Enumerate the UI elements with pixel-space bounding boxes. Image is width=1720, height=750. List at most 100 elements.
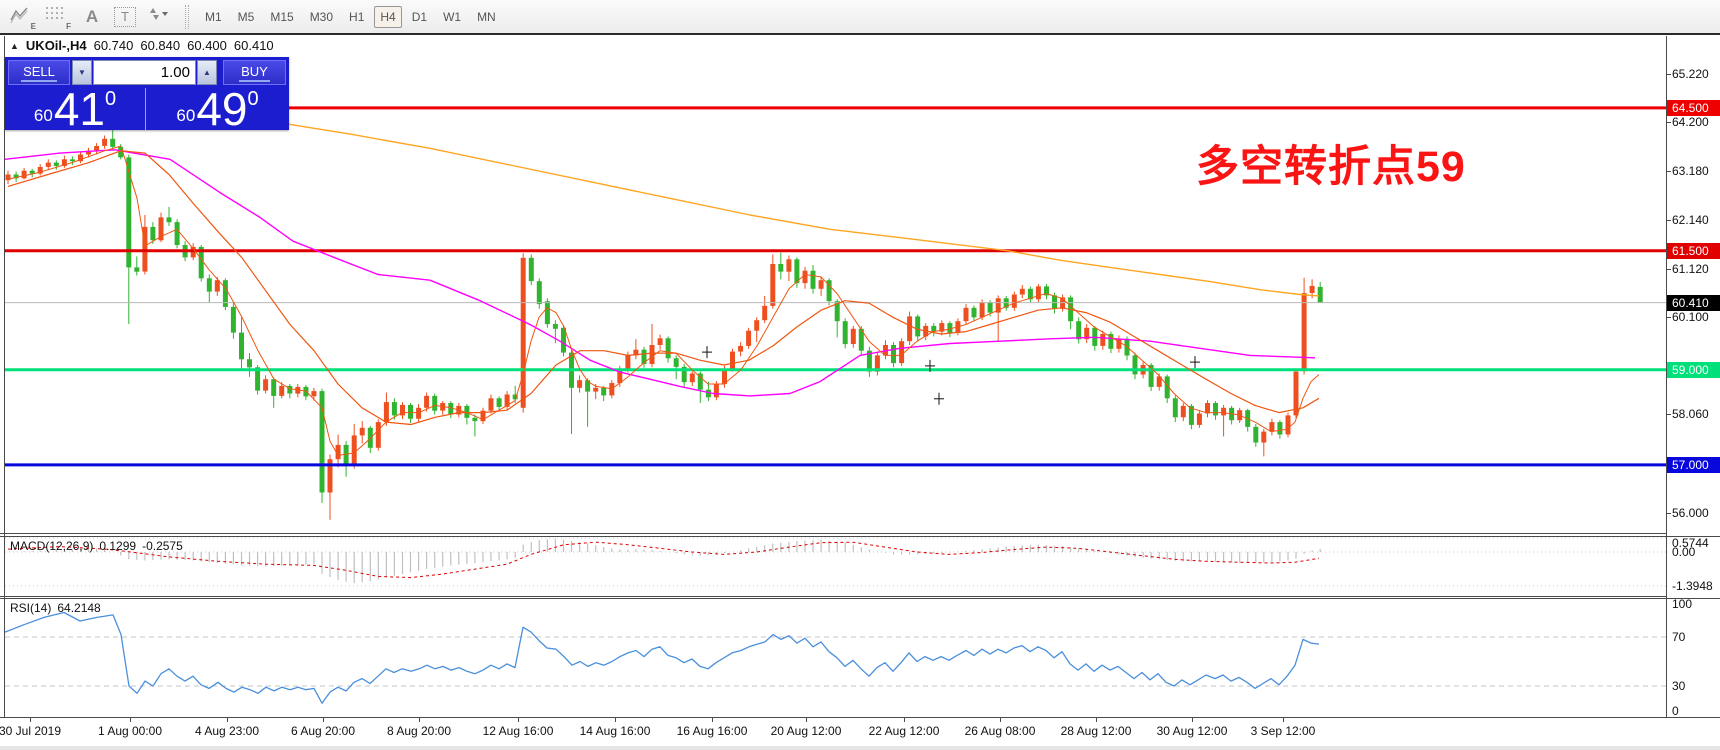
timeframe-d1[interactable]: D1 — [406, 6, 433, 28]
time-tick — [227, 718, 228, 722]
time-tick — [419, 718, 420, 722]
time-label: 12 Aug 16:00 — [483, 724, 554, 738]
time-tick — [518, 718, 519, 722]
timeframe-m30[interactable]: M30 — [304, 6, 339, 28]
sell-price-prefix: 60 — [34, 106, 53, 126]
timeframe-m5[interactable]: M5 — [232, 6, 261, 28]
symbol-label: UKOil-,H4 — [26, 38, 87, 53]
ohlc-close: 60.410 — [234, 38, 274, 53]
macd-axis-label: -1.3948 — [1672, 579, 1713, 593]
spin-up-icon: ▲ — [203, 68, 211, 77]
macd-main-value: 0.1299 — [99, 539, 136, 553]
time-label: 14 Aug 16:00 — [580, 724, 651, 738]
price-tick-label: 58.060 — [1672, 407, 1709, 421]
time-label: 16 Aug 16:00 — [677, 724, 748, 738]
chart-title: ▲ UKOil-,H4 60.740 60.840 60.400 60.410 — [10, 38, 274, 53]
time-label: 28 Aug 12:00 — [1061, 724, 1132, 738]
timeframe-m15[interactable]: M15 — [264, 6, 299, 28]
time-label: 20 Aug 12:00 — [771, 724, 842, 738]
timeframe-h4[interactable]: H4 — [374, 6, 401, 28]
price-tick-label: 63.180 — [1672, 164, 1709, 178]
buy-price-prefix: 60 — [176, 106, 195, 126]
time-tick — [1000, 718, 1001, 722]
time-label: 3 Sep 12:00 — [1251, 724, 1316, 738]
rsi-axis-label: 70 — [1672, 630, 1685, 644]
macd-chart — [0, 536, 1720, 597]
timeframe-buttons: M1M5M15M30H1H4D1W1MN — [197, 6, 504, 28]
time-label: 22 Aug 12:00 — [869, 724, 940, 738]
ohlc-low: 60.400 — [187, 38, 227, 53]
volume-decrease-button[interactable]: ▼ — [72, 60, 92, 85]
ohlc-high: 60.840 — [140, 38, 180, 53]
buy-price-big: 49 — [196, 90, 247, 128]
price-tick-label: 65.220 — [1672, 67, 1709, 81]
rsi-axis-label: 30 — [1672, 679, 1685, 693]
macd-label: MACD(12,26,9) 0.1299 -0.2575 — [10, 539, 183, 553]
macd-panel[interactable] — [0, 536, 1720, 597]
time-label: 4 Aug 23:00 — [195, 724, 259, 738]
timeframe-m1[interactable]: M1 — [199, 6, 228, 28]
level-badge: 57.000 — [1667, 457, 1720, 473]
grid-icon[interactable]: F — [44, 5, 70, 29]
time-label: 30 Jul 2019 — [0, 724, 61, 738]
timeframe-w1[interactable]: W1 — [437, 6, 467, 28]
time-tick — [1096, 718, 1097, 722]
price-tick-label: 56.000 — [1672, 506, 1709, 520]
sell-price-big: 41 — [54, 90, 105, 128]
time-label: 26 Aug 08:00 — [965, 724, 1036, 738]
time-tick — [1192, 718, 1193, 722]
rsi-name: RSI(14) — [10, 601, 51, 615]
toolbar: E F A T M1M5M15M30H1H4D1W1MN — [0, 0, 1720, 33]
toolbar-separator — [185, 5, 189, 29]
current-price-badge: 60.410 — [1667, 295, 1720, 311]
sell-price-sup: 0 — [105, 88, 116, 111]
rsi-label: RSI(14) 64.2148 — [10, 601, 101, 615]
time-label: 1 Aug 00:00 — [98, 724, 162, 738]
price-tick-label: 62.140 — [1672, 213, 1709, 227]
buy-price[interactable]: 60 49 0 — [146, 88, 289, 130]
arrange-icon[interactable] — [145, 5, 171, 29]
time-label: 6 Aug 20:00 — [291, 724, 355, 738]
text-a-icon[interactable]: A — [79, 5, 105, 29]
rsi-axis-label: 100 — [1672, 597, 1692, 611]
macd-name: MACD(12,26,9) — [10, 539, 93, 553]
ohlc-open: 60.740 — [94, 38, 134, 53]
indicators-icon[interactable]: E — [9, 5, 35, 29]
price-tick-label: 60.100 — [1672, 310, 1709, 324]
level-badge: 61.500 — [1667, 243, 1720, 259]
time-tick — [1283, 718, 1284, 722]
time-axis: 30 Jul 2019 1 Aug 00:00 4 Aug 23:00 6 Aug 2… — [0, 718, 1720, 746]
time-tick — [130, 718, 131, 722]
timeframe-h1[interactable]: H1 — [343, 6, 370, 28]
buy-price-sup: 0 — [247, 88, 258, 111]
buy-button[interactable]: BUY — [223, 60, 286, 85]
textbox-icon[interactable]: T — [114, 7, 136, 27]
rsi-chart — [0, 598, 1720, 717]
time-tick — [323, 718, 324, 722]
time-tick — [615, 718, 616, 722]
panel-separator-1b — [0, 536, 1720, 537]
time-tick — [712, 718, 713, 722]
rsi-value: 64.2148 — [57, 601, 100, 615]
timeframe-mn[interactable]: MN — [471, 6, 502, 28]
macd-axis-label: 0.00 — [1672, 545, 1695, 559]
time-label: 30 Aug 12:00 — [1157, 724, 1228, 738]
rsi-panel[interactable] — [0, 598, 1720, 717]
volume-increase-button[interactable]: ▲ — [197, 60, 217, 85]
sell-price[interactable]: 60 41 0 — [5, 88, 145, 130]
collapse-icon[interactable]: ▲ — [10, 41, 19, 51]
macd-signal-value: -0.2575 — [142, 539, 183, 553]
panel-separator-2b — [0, 598, 1720, 599]
sell-button[interactable]: SELL — [8, 60, 70, 85]
spin-down-icon: ▼ — [78, 68, 86, 77]
price-tick-label: 61.120 — [1672, 262, 1709, 276]
level-badge: 64.500 — [1667, 100, 1720, 116]
chart-left-border — [4, 36, 5, 717]
time-axis-border — [0, 717, 1720, 718]
time-label: 8 Aug 20:00 — [387, 724, 451, 738]
volume-input[interactable] — [93, 60, 196, 85]
price-tick-label: 64.200 — [1672, 115, 1709, 129]
time-tick — [806, 718, 807, 722]
chart-annotation: 多空转折点59 — [1196, 132, 1466, 194]
time-tick — [904, 718, 905, 722]
